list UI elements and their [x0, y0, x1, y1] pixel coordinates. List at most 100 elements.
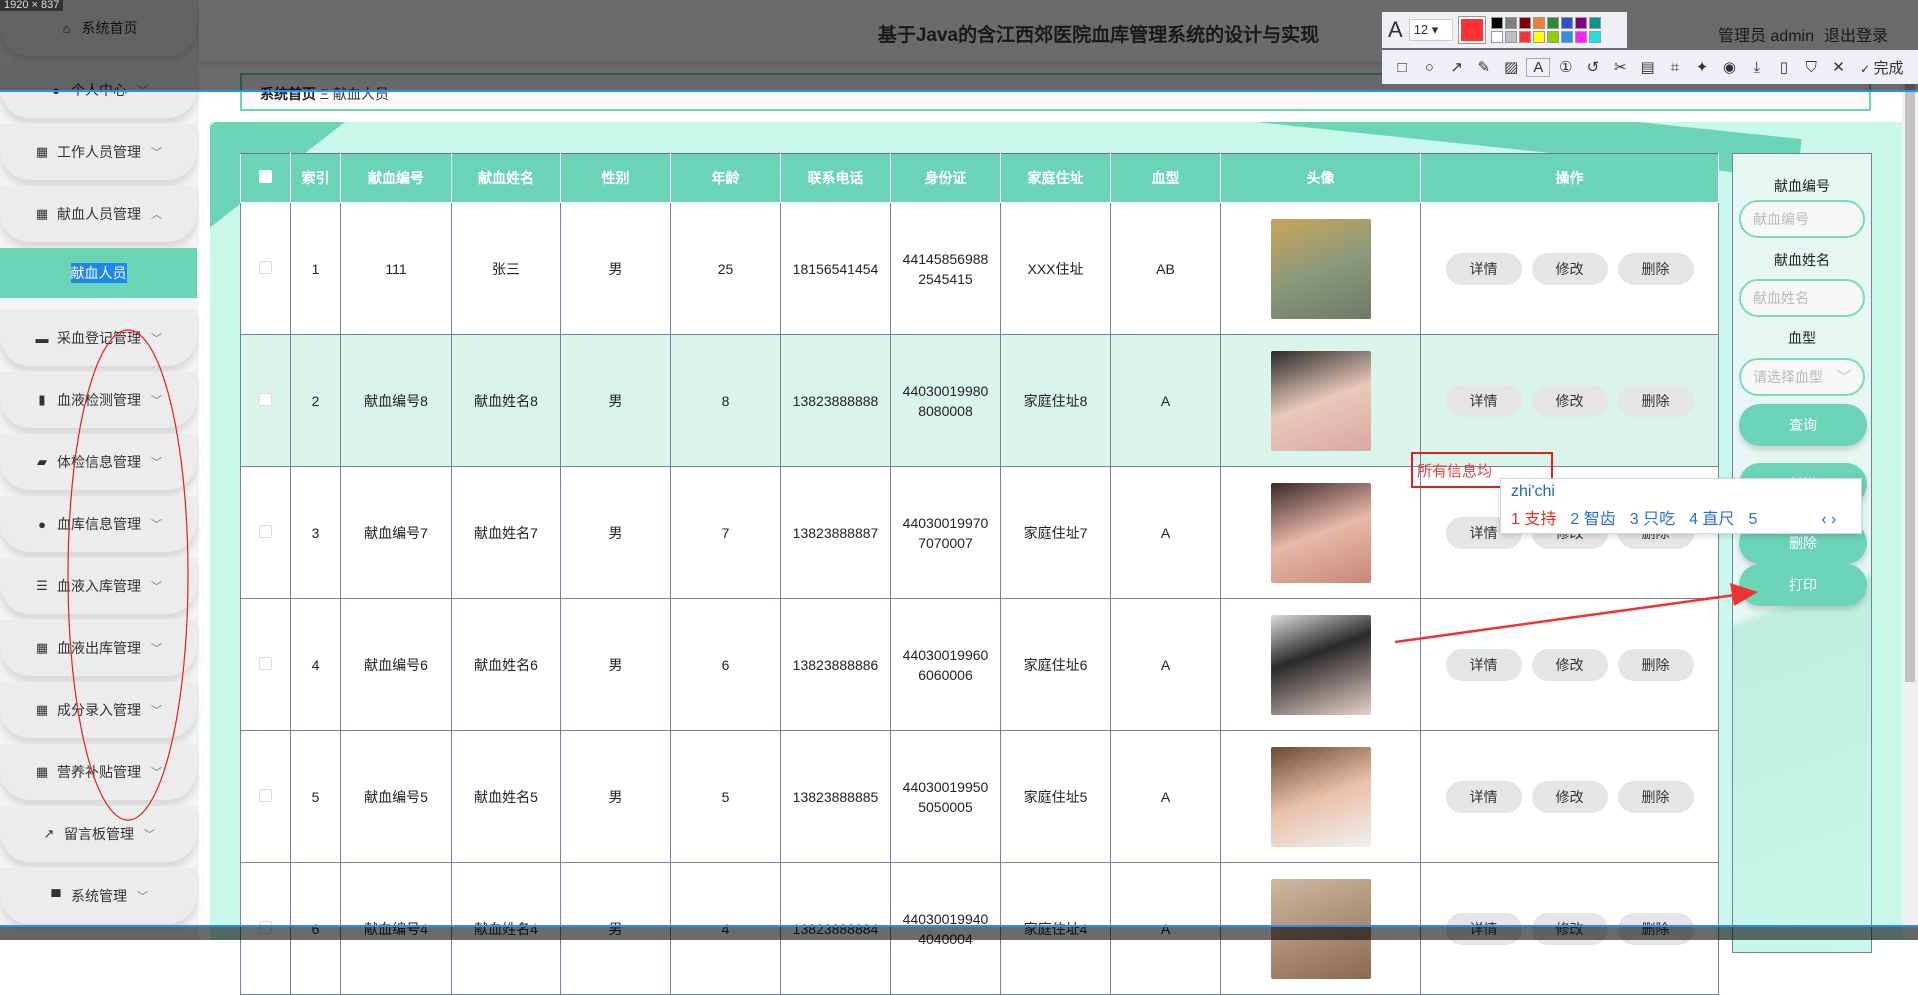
sidebar-item[interactable]: ▦ 成分录入管理 ﹀ — [0, 682, 197, 738]
cell-3: 男 — [560, 598, 671, 731]
color-swatch[interactable] — [1560, 17, 1573, 29]
row-checkbox[interactable] — [240, 334, 291, 467]
sidebar-item[interactable]: ▀ 系统管理 ﹀ — [0, 868, 197, 924]
translate-icon[interactable]: ⌗ — [1663, 59, 1687, 76]
current-color-swatch[interactable] — [1457, 16, 1486, 44]
sidebar-item[interactable]: ▦ 血液出库管理 ﹀ — [0, 620, 197, 676]
cell-7: 家庭住址8 — [1000, 334, 1111, 467]
phone-icon[interactable]: ▯ — [1772, 58, 1796, 76]
sidebar-item[interactable]: ▮ 血液检测管理 ﹀ — [0, 372, 197, 428]
detail-button[interactable]: 详情 — [1445, 648, 1522, 681]
sidebar-item-label: 血库信息管理 — [57, 516, 141, 532]
scrollbar[interactable] — [1902, 62, 1918, 940]
cell-6: 440300199505050005 — [890, 730, 1001, 863]
sidebar-item[interactable]: ↗ 留言板管理 ﹀ — [0, 806, 197, 862]
sidebar-item[interactable]: ● 血库信息管理 ﹀ — [0, 496, 197, 552]
row-checkbox[interactable] — [240, 202, 291, 335]
color-swatch[interactable] — [1532, 31, 1545, 43]
bookmark-icon[interactable]: ⛉ — [1799, 59, 1823, 76]
chevron-down-icon: ﹀ — [151, 767, 162, 779]
record-icon[interactable]: ◉ — [1717, 58, 1741, 76]
donor-name-input[interactable]: 献血姓名 — [1739, 279, 1865, 317]
edit-button[interactable]: 修改 — [1531, 252, 1608, 285]
cell-2: 献血姓名6 — [451, 598, 561, 731]
circle-icon[interactable]: ○ — [1417, 59, 1441, 76]
number-icon[interactable]: ① — [1554, 58, 1578, 76]
color-palette[interactable] — [1490, 17, 1601, 43]
ime-candidate[interactable]: 4 直尺 — [1689, 511, 1734, 528]
mosaic-icon[interactable]: ▨ — [1499, 58, 1523, 76]
pencil-icon[interactable]: ✎ — [1472, 58, 1496, 76]
color-swatch[interactable] — [1546, 17, 1559, 29]
edit-button[interactable]: 修改 — [1531, 648, 1608, 681]
row-checkbox[interactable] — [240, 466, 291, 599]
done-button[interactable]: ✓ 完成 — [1854, 57, 1910, 78]
avatar — [1270, 482, 1371, 583]
delete-row-button[interactable]: 删除 — [1617, 252, 1694, 285]
delete-row-button[interactable]: 删除 — [1617, 780, 1694, 813]
blood-type-select[interactable]: 请选择血型 ﹀ — [1739, 358, 1865, 396]
font-size-select[interactable]: 12 ▾ — [1408, 19, 1453, 41]
color-swatch[interactable] — [1588, 31, 1601, 43]
close-icon[interactable]: ✕ — [1827, 58, 1851, 76]
chevron-down-icon: ﹀ — [151, 705, 162, 717]
color-swatch[interactable] — [1490, 31, 1503, 43]
screenshot-toolbar: □ ○ ↗ ✎ ▨ A ① ↺ ✂ ▤ ⌗ ✦ ◉ ⤓ ▯ ⛉ ✕ ✓ 完成 — [1382, 50, 1918, 84]
donor-no-input[interactable]: 献血编号 — [1739, 200, 1865, 238]
color-swatch[interactable] — [1504, 17, 1517, 29]
color-swatch[interactable] — [1518, 31, 1531, 43]
chevron-down-icon: ﹀ — [151, 395, 162, 407]
color-swatch[interactable] — [1490, 17, 1503, 29]
cell-8: A — [1110, 466, 1221, 599]
delete-row-button[interactable]: 删除 — [1617, 384, 1694, 417]
delete-row-button[interactable]: 删除 — [1617, 648, 1694, 681]
search-panel: 献血编号 献血编号 献血姓名 献血姓名 血型 请选择血型﹀ 查询 新增 删除 打… — [1732, 153, 1872, 953]
row-checkbox[interactable] — [240, 730, 291, 863]
ocr-icon[interactable]: ▤ — [1636, 58, 1660, 76]
edit-button[interactable]: 修改 — [1531, 384, 1608, 417]
row-checkbox[interactable] — [240, 598, 291, 731]
detail-button[interactable]: 详情 — [1445, 252, 1522, 285]
text-icon[interactable]: A — [1526, 57, 1551, 77]
pin-icon[interactable]: ✦ — [1690, 58, 1714, 76]
cut-icon[interactable]: ✂ — [1608, 58, 1632, 76]
color-swatch[interactable] — [1546, 31, 1559, 43]
sidebar-item[interactable]: ▬ 采血登记管理 ﹀ — [0, 310, 197, 366]
cell-1: 献血编号7 — [340, 466, 452, 599]
ime-candidate[interactable]: 5 — [1748, 511, 1757, 528]
detail-button[interactable]: 详情 — [1445, 384, 1522, 417]
chat-icon: ▬ — [35, 330, 49, 346]
rectangle-icon[interactable]: □ — [1390, 59, 1414, 76]
sidebar-item[interactable]: ☰ 血液入库管理 ﹀ — [0, 558, 197, 614]
detail-button[interactable]: 详情 — [1445, 780, 1522, 813]
color-swatch[interactable] — [1560, 31, 1573, 43]
color-swatch[interactable] — [1588, 17, 1601, 29]
download-icon[interactable]: ⤓ — [1745, 59, 1769, 76]
query-button[interactable]: 查询 — [1739, 404, 1867, 446]
avatar — [1270, 746, 1371, 847]
color-swatch[interactable] — [1574, 31, 1587, 43]
chevron-down-icon: ﹀ — [1837, 369, 1851, 385]
sidebar-item[interactable]: 献血人员 — [0, 248, 197, 298]
color-swatch[interactable] — [1574, 17, 1587, 29]
color-swatch[interactable] — [1532, 17, 1545, 29]
undo-icon[interactable]: ↺ — [1581, 58, 1605, 76]
ime-candidate[interactable]: 1 支持 — [1511, 511, 1556, 528]
sidebar-item[interactable]: ▦ 工作人员管理 ﹀ — [0, 124, 197, 180]
edit-button[interactable]: 修改 — [1531, 780, 1608, 813]
ime-candidate[interactable]: 2 智齿 — [1570, 511, 1615, 528]
actions-cell: 详情修改删除 — [1420, 202, 1719, 335]
color-swatch[interactable] — [1518, 17, 1531, 29]
ime-page-nav[interactable]: ‹ › — [1821, 511, 1836, 528]
color-swatch[interactable] — [1504, 31, 1517, 43]
ime-candidate[interactable]: 3 只吃 — [1630, 511, 1675, 528]
print-button[interactable]: 打印 — [1739, 564, 1867, 606]
sidebar-item[interactable]: ▰ 体检信息管理 ﹀ — [0, 434, 197, 490]
arrow-icon[interactable]: ↗ — [1445, 58, 1469, 76]
select-all-checkbox[interactable] — [240, 153, 291, 203]
logout-link[interactable]: 退出登录 — [1824, 28, 1888, 45]
column-header: 头像 — [1220, 153, 1421, 203]
sidebar-item-label: 工作人员管理 — [57, 144, 141, 160]
sidebar-item[interactable]: ▦ 献血人员管理 ︿ — [0, 186, 197, 242]
sidebar-item[interactable]: ▦ 营养补贴管理 ﹀ — [0, 744, 197, 800]
